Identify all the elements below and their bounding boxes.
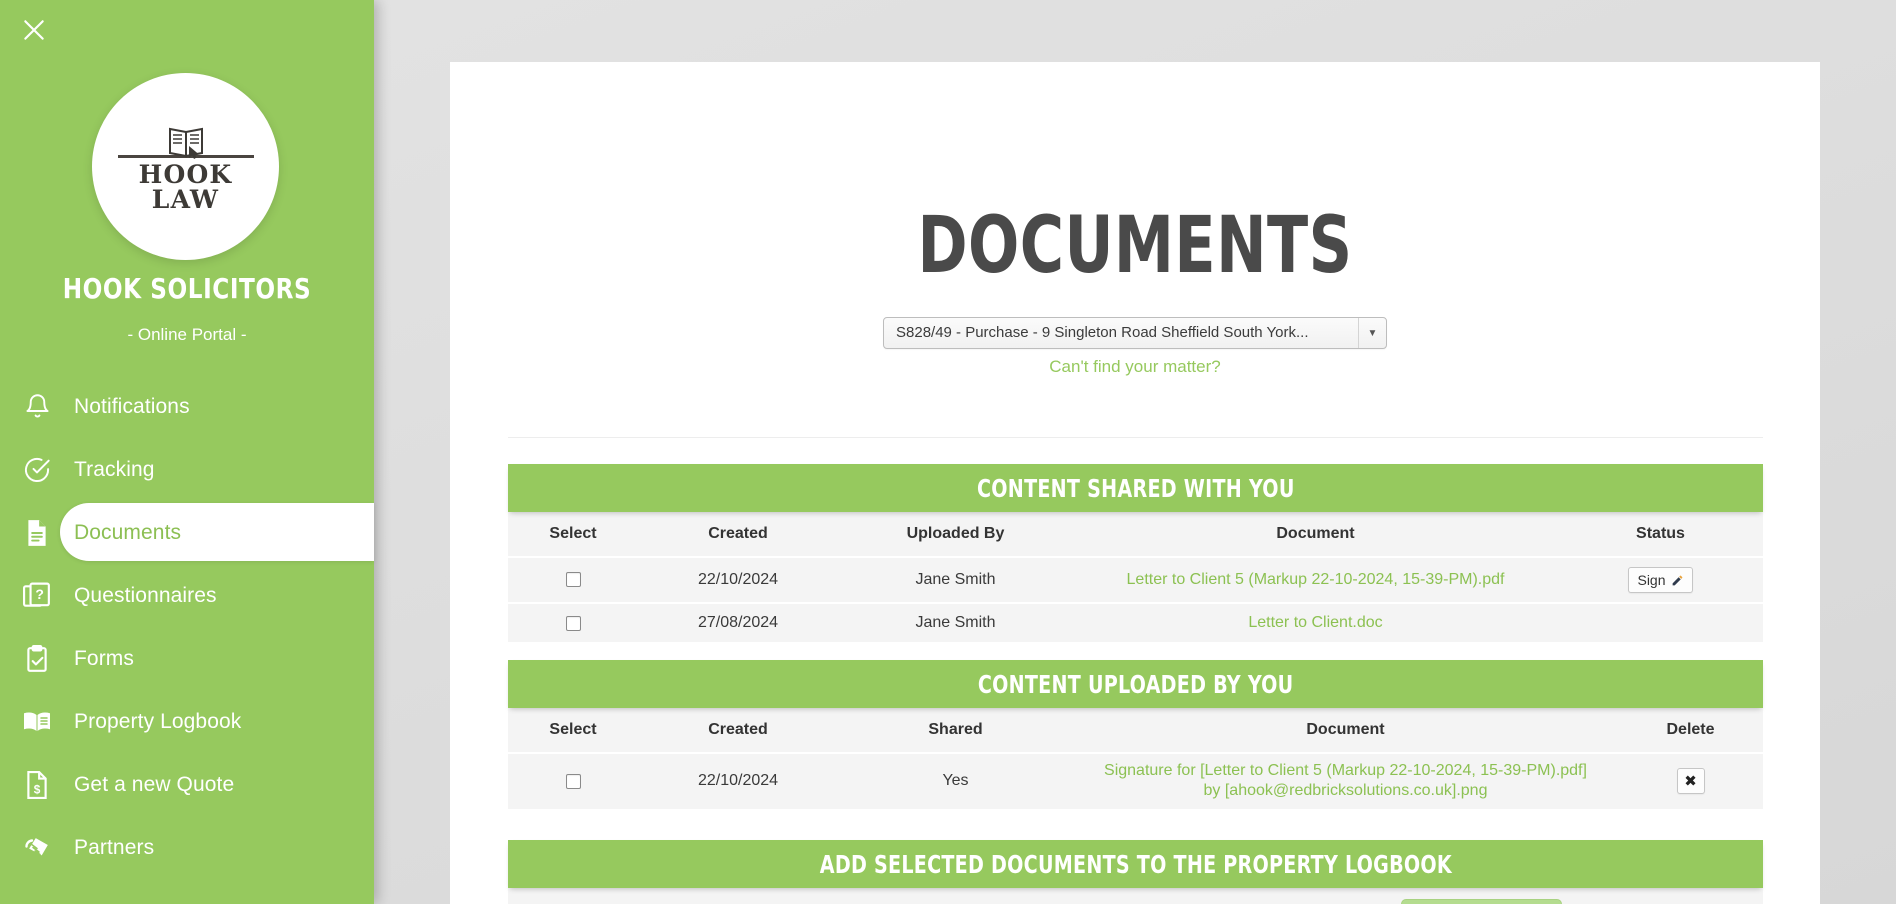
cell-shared: Yes bbox=[838, 753, 1073, 809]
cell-document: Letter to Client.doc bbox=[1073, 603, 1558, 643]
cell-uploaded-by: Jane Smith bbox=[838, 557, 1073, 604]
section-divider bbox=[508, 437, 1763, 438]
sidebar-item-label: Notifications bbox=[74, 394, 190, 418]
logo-text: HOOK LAW bbox=[138, 160, 233, 214]
sign-button-label: Sign bbox=[1637, 572, 1666, 588]
cell-document: Signature for [Letter to Client 5 (Marku… bbox=[1073, 753, 1618, 809]
sidebar-item-tracking[interactable]: Tracking bbox=[0, 438, 374, 501]
sidebar-item-notifications[interactable]: Notifications bbox=[0, 375, 374, 438]
sidebar-item-questionnaires[interactable]: ? Questionnaires bbox=[0, 564, 374, 627]
document-icon bbox=[0, 519, 74, 547]
matter-select[interactable]: S828/49 - Purchase - 9 Singleton Road Sh… bbox=[883, 317, 1387, 349]
sidebar-item-partners[interactable]: Partners bbox=[0, 816, 374, 879]
cell-select bbox=[508, 753, 638, 809]
sidebar-item-label: Get a new Quote bbox=[74, 772, 235, 796]
sidebar-item-label: Questionnaires bbox=[74, 583, 217, 607]
column-header-document: Document bbox=[1073, 512, 1558, 558]
cell-status bbox=[1558, 603, 1763, 643]
column-header-select: Select bbox=[508, 512, 638, 558]
sidebar-item-label: Partners bbox=[74, 835, 155, 859]
handshake-icon bbox=[0, 834, 74, 862]
sidebar-nav: Notifications Tracking Documents ? Quest… bbox=[0, 375, 374, 879]
shared-documents-table: Select Created Uploaded By Document Stat… bbox=[508, 512, 1763, 643]
table-header-row: Select Created Shared Document Delete bbox=[508, 708, 1763, 754]
cell-select bbox=[508, 603, 638, 643]
open-book-icon bbox=[168, 127, 203, 159]
add-to-logbook-section: ADD SELECTED DOCUMENTS TO THE PROPERTY L… bbox=[508, 840, 1763, 904]
open-book-icon bbox=[0, 709, 74, 735]
cell-created: 22/10/2024 bbox=[638, 557, 838, 604]
column-header-document: Document bbox=[1073, 708, 1618, 754]
content-card: DOCUMENTS S828/49 - Purchase - 9 Singlet… bbox=[450, 62, 1820, 904]
table-row: 27/08/2024 Jane Smith Letter to Client.d… bbox=[508, 603, 1763, 643]
close-sidebar-button[interactable] bbox=[12, 8, 56, 52]
close-icon: ✖ bbox=[1684, 773, 1697, 791]
row-checkbox[interactable] bbox=[565, 572, 581, 588]
sidebar-item-label: Tracking bbox=[74, 457, 155, 481]
column-header-created: Created bbox=[638, 708, 838, 754]
logbook-form-row: Logbook Category Building Regulation Cer… bbox=[508, 888, 1763, 904]
table-row: 22/10/2024 Yes Signature for [Letter to … bbox=[508, 753, 1763, 809]
cell-uploaded-by: Jane Smith bbox=[838, 603, 1073, 643]
row-checkbox[interactable] bbox=[565, 615, 581, 631]
cell-created: 22/10/2024 bbox=[638, 753, 838, 809]
sidebar-item-label: Documents bbox=[74, 520, 182, 544]
question-card-icon: ? bbox=[0, 582, 74, 610]
document-money-icon: $ bbox=[0, 770, 74, 799]
logo: HOOK LAW bbox=[92, 73, 279, 260]
row-checkbox[interactable] bbox=[565, 773, 581, 789]
logbook-section-banner: ADD SELECTED DOCUMENTS TO THE PROPERTY L… bbox=[508, 840, 1763, 888]
table-row: 22/10/2024 Jane Smith Letter to Client 5… bbox=[508, 557, 1763, 604]
app-root: DOCUMENTS S828/49 - Purchase - 9 Singlet… bbox=[0, 0, 1896, 904]
brand-name: HOOK SOLICITORS bbox=[62, 272, 312, 305]
uploaded-documents-table: Select Created Shared Document Delete 22… bbox=[508, 708, 1763, 809]
matter-select-value: S828/49 - Purchase - 9 Singleton Road Sh… bbox=[896, 324, 1309, 341]
column-header-status: Status bbox=[1558, 512, 1763, 558]
content-shared-section: CONTENT SHARED WITH YOU Select Created U… bbox=[508, 464, 1763, 643]
cell-document: Letter to Client 5 (Markup 22-10-2024, 1… bbox=[1073, 557, 1558, 604]
logo-mark bbox=[116, 125, 256, 161]
document-link[interactable]: Letter to Client.doc bbox=[1248, 614, 1382, 631]
column-header-shared: Shared bbox=[838, 708, 1073, 754]
column-header-delete: Delete bbox=[1618, 708, 1763, 754]
cell-status: Sign bbox=[1558, 557, 1763, 604]
cell-select bbox=[508, 557, 638, 604]
cant-find-matter-link[interactable]: Can't find your matter? bbox=[450, 357, 1820, 377]
svg-text:$: $ bbox=[34, 782, 41, 796]
sidebar-item-documents[interactable]: Documents bbox=[0, 501, 374, 564]
matter-select-wrapper: S828/49 - Purchase - 9 Singleton Road Sh… bbox=[450, 317, 1820, 354]
sidebar-item-forms[interactable]: Forms bbox=[0, 627, 374, 690]
cell-created: 27/08/2024 bbox=[638, 603, 838, 643]
sidebar-item-label: Property Logbook bbox=[74, 709, 242, 733]
sidebar-item-get-a-new-quote[interactable]: $ Get a new Quote bbox=[0, 753, 374, 816]
column-header-uploaded-by: Uploaded By bbox=[838, 512, 1073, 558]
shared-section-banner-label: CONTENT SHARED WITH YOU bbox=[976, 473, 1295, 503]
uploaded-section-banner: CONTENT UPLOADED BY YOU bbox=[508, 660, 1763, 708]
svg-text:?: ? bbox=[35, 586, 44, 602]
sidebar: HOOK LAW HOOK SOLICITORS - Online Portal… bbox=[0, 0, 374, 904]
content-uploaded-section: CONTENT UPLOADED BY YOU Select Created S… bbox=[508, 660, 1763, 809]
chevron-down-icon: ▼ bbox=[1358, 318, 1386, 348]
sidebar-item-property-logbook[interactable]: Property Logbook bbox=[0, 690, 374, 753]
add-to-logbook-button[interactable]: Add to Logbook bbox=[1401, 899, 1563, 904]
cell-delete: ✖ bbox=[1618, 753, 1763, 809]
column-header-created: Created bbox=[638, 512, 838, 558]
brand-subtitle: - Online Portal - bbox=[127, 325, 247, 344]
document-link[interactable]: Letter to Client 5 (Markup 22-10-2024, 1… bbox=[1127, 571, 1505, 588]
table-header-row: Select Created Uploaded By Document Stat… bbox=[508, 512, 1763, 558]
sidebar-item-label: Forms bbox=[74, 646, 134, 670]
uploaded-section-banner-label: CONTENT UPLOADED BY YOU bbox=[977, 669, 1294, 699]
shared-section-banner: CONTENT SHARED WITH YOU bbox=[508, 464, 1763, 512]
delete-button[interactable]: ✖ bbox=[1676, 768, 1705, 795]
page-title: DOCUMENTS bbox=[917, 201, 1353, 291]
check-circle-icon bbox=[0, 456, 74, 484]
bell-icon bbox=[0, 393, 74, 420]
logbook-section-banner-label: ADD SELECTED DOCUMENTS TO THE PROPERTY L… bbox=[819, 849, 1452, 879]
column-header-select: Select bbox=[508, 708, 638, 754]
clipboard-check-icon bbox=[0, 644, 74, 673]
pencil-icon bbox=[1672, 575, 1682, 585]
sign-button[interactable]: Sign bbox=[1628, 567, 1693, 593]
close-icon bbox=[24, 20, 44, 40]
document-link[interactable]: Signature for [Letter to Client 5 (Marku… bbox=[1104, 762, 1587, 799]
